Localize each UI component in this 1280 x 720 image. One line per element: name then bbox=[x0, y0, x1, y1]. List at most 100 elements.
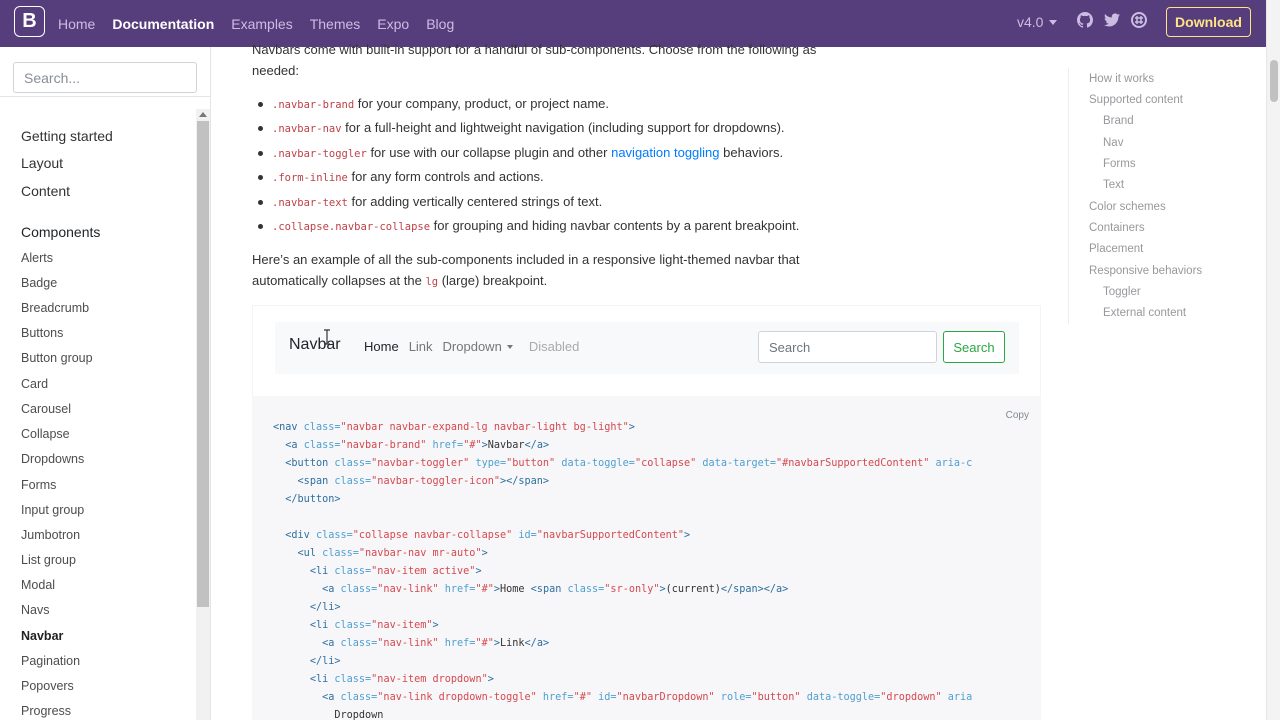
demo-link-link[interactable]: Link bbox=[409, 339, 433, 354]
nav-link-themes[interactable]: Themes bbox=[310, 16, 361, 32]
twitter-icon[interactable] bbox=[1104, 12, 1120, 28]
code-token: "navbar-toggler" bbox=[371, 458, 470, 469]
demo-navbar-brand[interactable]: Navbar bbox=[289, 336, 341, 354]
demo-navbar: Navbar Home Link Dropdown Disabled Searc… bbox=[275, 322, 1019, 374]
code-line: <a class="nav-link" href="#">Link</a> bbox=[273, 635, 972, 653]
nav-link-expo[interactable]: Expo bbox=[377, 16, 409, 32]
sidebar-item-modal[interactable]: Modal bbox=[21, 578, 55, 592]
toc-item-forms[interactable]: Forms bbox=[1103, 158, 1136, 170]
page-scrollbar[interactable] bbox=[1266, 0, 1280, 720]
sidebar-item-navbar[interactable]: Navbar bbox=[21, 629, 63, 643]
code-token: "collapse" bbox=[634, 458, 697, 469]
toc-item-toggler[interactable]: Toggler bbox=[1103, 286, 1141, 298]
sidebar-section-content[interactable]: Content bbox=[21, 183, 70, 199]
nav-link-examples[interactable]: Examples bbox=[231, 16, 292, 32]
sidebar-item-alerts[interactable]: Alerts bbox=[21, 251, 53, 265]
code-token: "#" bbox=[475, 584, 494, 595]
code-token: "navbarSupportedContent" bbox=[536, 530, 684, 541]
demo-dropdown[interactable]: Dropdown bbox=[443, 339, 513, 354]
sidebar-item-popovers[interactable]: Popovers bbox=[21, 679, 74, 693]
list-item: .collapse.navbar-collapse for grouping a… bbox=[258, 216, 892, 240]
code-token: "navbar-toggler-icon" bbox=[371, 476, 500, 487]
toc-item-brand[interactable]: Brand bbox=[1103, 115, 1134, 127]
demo-link-home[interactable]: Home bbox=[364, 339, 399, 354]
sidebar-section-getting-started[interactable]: Getting started bbox=[21, 128, 113, 144]
code-token: <button bbox=[285, 458, 335, 469]
bootstrap-logo[interactable]: B bbox=[14, 6, 45, 37]
toc-item-containers[interactable]: Containers bbox=[1089, 222, 1145, 234]
code-token: <a bbox=[322, 692, 341, 703]
code-line: Dropdown bbox=[273, 707, 972, 720]
subcomponent-list: .navbar-brand for your company, product,… bbox=[258, 94, 892, 240]
table-of-contents: How it works Supported content Brand Nav… bbox=[1068, 68, 1258, 324]
toc-item-how-it-works[interactable]: How it works bbox=[1089, 73, 1154, 85]
code-token: href= bbox=[438, 584, 476, 595]
list-item: .form-inline for any form controls and a… bbox=[258, 167, 892, 191]
sidebar-item-input-group[interactable]: Input group bbox=[21, 503, 84, 517]
example-intro-paragraph: Here’s an example of all the sub-compone… bbox=[252, 250, 852, 292]
toc-item-placement[interactable]: Placement bbox=[1089, 243, 1143, 255]
sidebar-item-card[interactable]: Card bbox=[21, 377, 48, 391]
sidebar-item-button-group[interactable]: Button group bbox=[21, 351, 93, 365]
code-line: <a class="nav-link dropdown-toggle" href… bbox=[273, 689, 972, 707]
nav-link-blog[interactable]: Blog bbox=[426, 16, 454, 32]
navigation-toggling-link[interactable]: navigation toggling bbox=[611, 145, 719, 160]
code-line: <a class="nav-link" href="#">Home <span … bbox=[273, 581, 972, 599]
toc-item-nav[interactable]: Nav bbox=[1103, 137, 1123, 149]
sidebar-section-components[interactable]: Components bbox=[21, 224, 100, 240]
sidebar-search-area bbox=[0, 47, 210, 97]
sidebar-item-buttons[interactable]: Buttons bbox=[21, 326, 63, 340]
toc-item-text[interactable]: Text bbox=[1103, 179, 1124, 191]
slack-icon[interactable] bbox=[1131, 12, 1147, 28]
sidebar-scrollbar-thumb[interactable] bbox=[197, 121, 209, 607]
code-token: class= bbox=[303, 422, 341, 433]
sidebar-scrollbar[interactable] bbox=[196, 109, 210, 720]
sidebar-item-pagination[interactable]: Pagination bbox=[21, 654, 80, 668]
sidebar-item-jumbotron[interactable]: Jumbotron bbox=[21, 528, 80, 542]
code-token: "collapse navbar-collapse" bbox=[352, 530, 513, 541]
version-dropdown[interactable]: v4.0 bbox=[1017, 14, 1058, 30]
toc-item-color-schemes[interactable]: Color schemes bbox=[1089, 201, 1166, 213]
nav-link-home[interactable]: Home bbox=[58, 16, 95, 32]
github-icon[interactable] bbox=[1077, 12, 1093, 28]
page-scrollbar-thumb[interactable] bbox=[1270, 60, 1278, 102]
code-token: <li bbox=[309, 674, 335, 685]
toc-item-supported-content[interactable]: Supported content bbox=[1089, 94, 1183, 106]
sidebar-item-badge[interactable]: Badge bbox=[21, 276, 57, 290]
sidebar-item-collapse[interactable]: Collapse bbox=[21, 427, 70, 441]
code-token: href= bbox=[536, 692, 574, 703]
code-line: <ul class="navbar-nav mr-auto"> bbox=[273, 545, 972, 563]
toc-item-responsive-behaviors[interactable]: Responsive behaviors bbox=[1089, 265, 1202, 277]
class-code: .navbar-nav bbox=[272, 123, 342, 136]
sidebar-item-forms[interactable]: Forms bbox=[21, 478, 56, 492]
code-token: data-target= bbox=[696, 458, 777, 469]
sidebar-item-breadcrumb[interactable]: Breadcrumb bbox=[21, 301, 89, 315]
copy-button[interactable]: Copy bbox=[1006, 410, 1029, 421]
toc-item-external-content[interactable]: External content bbox=[1103, 307, 1186, 319]
download-button[interactable]: Download bbox=[1166, 7, 1251, 37]
code-token: <nav bbox=[273, 422, 304, 433]
sidebar-item-dropdowns[interactable]: Dropdowns bbox=[21, 452, 84, 466]
scroll-up-arrow-icon[interactable] bbox=[199, 112, 207, 117]
search-input[interactable] bbox=[13, 62, 197, 93]
sidebar-item-list-group[interactable]: List group bbox=[21, 553, 76, 567]
demo-dropdown-label: Dropdown bbox=[442, 339, 502, 354]
sidebar-item-navs[interactable]: Navs bbox=[21, 603, 49, 617]
demo-search-input[interactable] bbox=[758, 331, 937, 363]
code-token: "#" bbox=[573, 692, 592, 703]
code-token: class= bbox=[334, 476, 372, 487]
nav-link-documentation[interactable]: Documentation bbox=[112, 16, 214, 32]
class-code: .navbar-toggler bbox=[272, 147, 367, 160]
sidebar-section-layout[interactable]: Layout bbox=[21, 155, 63, 171]
code-token: <a bbox=[322, 638, 341, 649]
docs-sidebar: Getting started Layout Content Component… bbox=[0, 47, 211, 720]
code-token: > bbox=[683, 530, 691, 541]
code-token: aria-c bbox=[929, 458, 973, 469]
list-item-text: for grouping and hiding navbar contents … bbox=[430, 217, 800, 233]
sidebar-item-progress[interactable]: Progress bbox=[21, 704, 71, 718]
demo-search-button[interactable]: Search bbox=[943, 331, 1005, 363]
sidebar-item-carousel[interactable]: Carousel bbox=[21, 402, 71, 416]
